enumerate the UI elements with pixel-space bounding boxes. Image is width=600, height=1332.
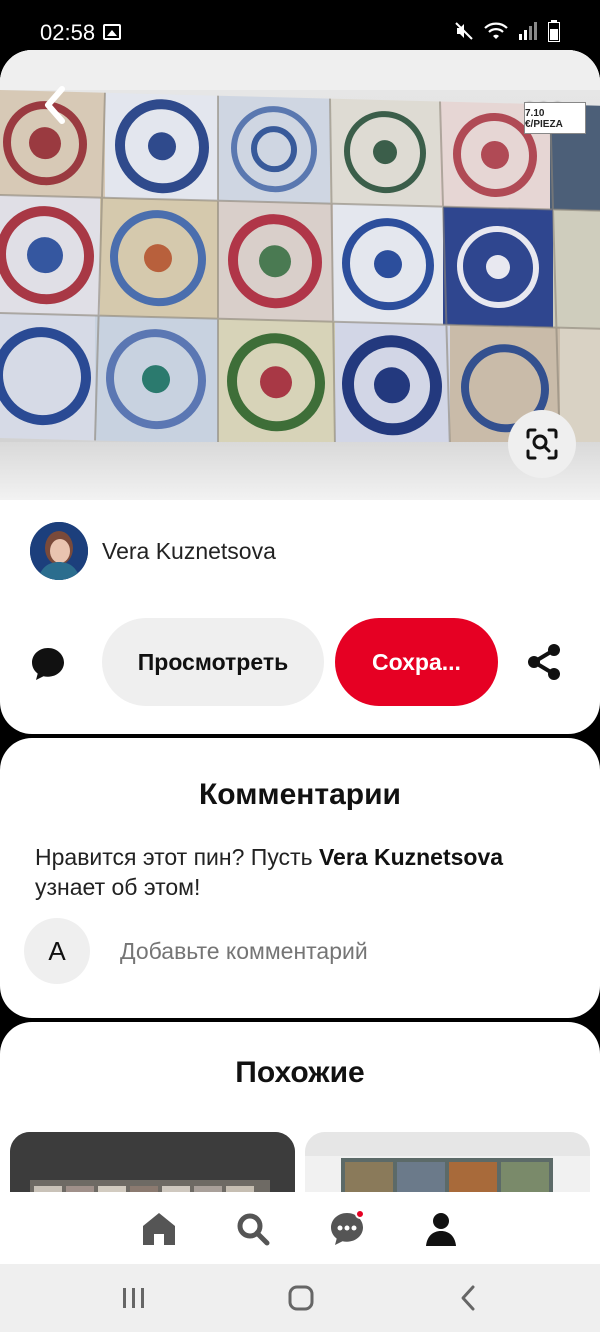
share-icon xyxy=(528,644,560,680)
current-user-avatar[interactable]: A xyxy=(24,918,90,984)
back-button[interactable] xyxy=(30,80,80,130)
status-time: 02:58 xyxy=(40,20,96,45)
comments-prompt-text-end: узнает об этом! xyxy=(35,874,201,900)
comments-prompt-text: Нравится этот пин? Пусть xyxy=(35,844,319,870)
comment-button[interactable] xyxy=(26,642,70,686)
recent-apps-icon xyxy=(123,1288,144,1308)
chevron-left-icon xyxy=(45,86,65,124)
bottom-nav xyxy=(0,1192,600,1264)
nav-profile[interactable] xyxy=(417,1205,465,1253)
visual-search-icon xyxy=(526,428,558,460)
comments-title: Комментарии xyxy=(198,778,402,811)
save-button[interactable]: Сохра... xyxy=(335,618,498,706)
profile-icon xyxy=(426,1213,456,1246)
visual-search-button[interactable] xyxy=(508,410,576,478)
pin-image[interactable]: 7.10 €/PIEZA xyxy=(0,50,600,500)
author-name[interactable]: Vera Kuznetsova xyxy=(102,538,276,565)
notification-dot xyxy=(355,1209,365,1219)
pin-actions: Просмотреть Сохра... xyxy=(0,618,600,706)
status-bar: 02:58 xyxy=(0,0,600,54)
wifi-icon xyxy=(484,22,508,39)
comments-card: Комментарии Нравится этот пин? Пусть Ver… xyxy=(0,738,600,1018)
speech-bubble-icon xyxy=(32,648,64,680)
nav-search[interactable] xyxy=(229,1205,277,1253)
add-comment-row: A xyxy=(24,918,520,984)
nav-messages[interactable] xyxy=(323,1205,371,1253)
view-button[interactable]: Просмотреть xyxy=(102,618,324,706)
comments-prompt: Нравится этот пин? Пусть Vera Kuznetsova… xyxy=(35,842,575,902)
pin-author[interactable]: Vera Kuznetsova xyxy=(30,522,276,580)
signal-icon xyxy=(519,22,537,40)
comments-prompt-author[interactable]: Vera Kuznetsova xyxy=(319,844,503,870)
pin-card: 7.10 €/PIEZA Vera Kuznetsova Просмотреть… xyxy=(0,50,600,734)
search-icon xyxy=(237,1213,270,1246)
home-system-icon xyxy=(288,1285,314,1311)
avatar[interactable] xyxy=(30,522,88,580)
battery-icon xyxy=(548,20,560,42)
back-system-icon xyxy=(461,1285,475,1311)
home-icon xyxy=(143,1213,175,1245)
share-button[interactable] xyxy=(522,640,566,684)
home-system-button[interactable] xyxy=(279,1280,323,1316)
status-icons xyxy=(454,20,560,42)
price-tag: 7.10 €/PIEZA xyxy=(524,102,586,134)
system-nav-bar xyxy=(0,1264,600,1332)
back-system-button[interactable] xyxy=(446,1280,490,1316)
avatar-photo xyxy=(30,522,88,580)
gallery-notification-icon xyxy=(103,24,121,40)
nav-home[interactable] xyxy=(135,1205,183,1253)
recent-apps-button[interactable] xyxy=(112,1280,156,1316)
similar-title: Похожие xyxy=(235,1056,365,1089)
add-comment-input[interactable] xyxy=(120,937,520,965)
mute-icon xyxy=(455,22,473,40)
